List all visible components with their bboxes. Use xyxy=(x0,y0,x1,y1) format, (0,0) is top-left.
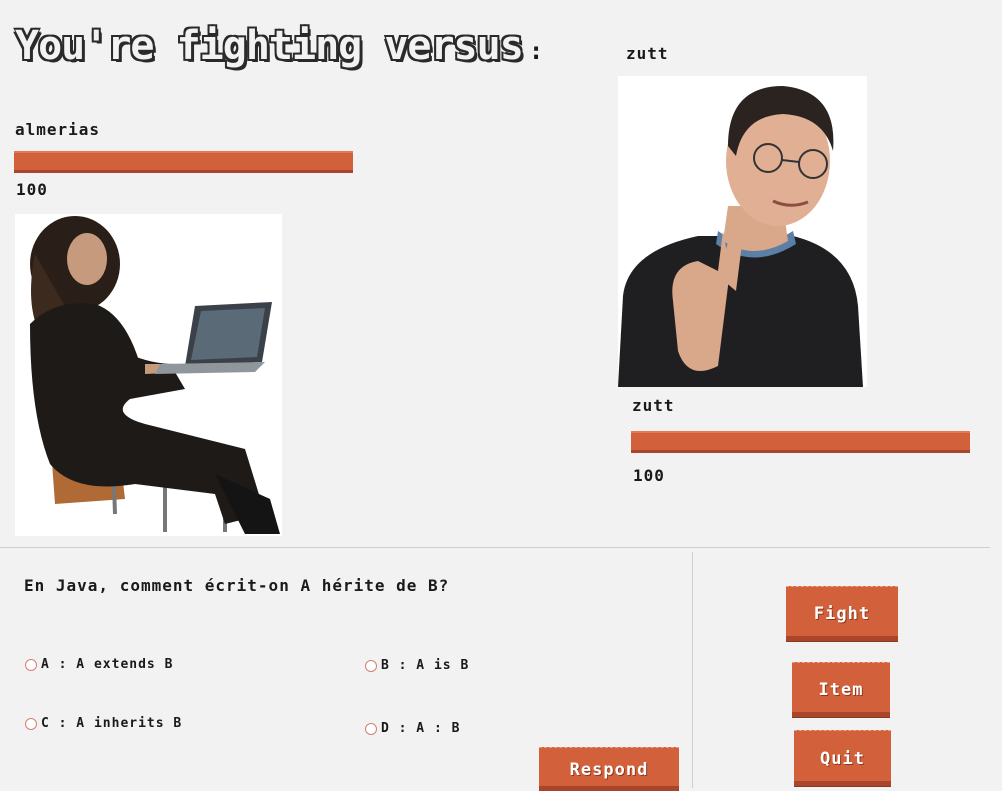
section-divider xyxy=(0,547,990,548)
opponent-name-header: zutt xyxy=(626,44,669,63)
title-colon: : xyxy=(528,37,543,65)
opponent-hp-bar xyxy=(631,431,970,453)
answer-c-radio[interactable] xyxy=(25,717,37,730)
answer-c-label: C : A inherits B xyxy=(41,716,183,731)
answer-a-label: A : A extends B xyxy=(41,657,174,672)
opponent-name: zutt xyxy=(632,396,675,415)
opponent-photo-image xyxy=(618,86,863,387)
page-title: You're fighting versus: xyxy=(15,22,543,75)
quiz-question: En Java, comment écrit-on A hérite de B? xyxy=(24,576,450,595)
answer-b-radio[interactable] xyxy=(365,659,377,672)
answer-option-b[interactable]: B : A is B xyxy=(365,658,469,673)
respond-button[interactable]: Respond xyxy=(539,747,679,791)
answer-d-radio[interactable] xyxy=(365,722,377,735)
fight-button[interactable]: Fight xyxy=(786,586,898,641)
answer-b-label: B : A is B xyxy=(381,658,470,673)
answer-d-label: D : A : B xyxy=(381,721,461,736)
opponent-hp-value: 100 xyxy=(633,466,665,485)
panel-divider xyxy=(692,552,693,788)
player-hp-value: 100 xyxy=(16,180,48,199)
player-hp-fill xyxy=(14,151,353,173)
quit-button[interactable]: Quit xyxy=(794,730,891,786)
answer-option-a[interactable]: A : A extends B xyxy=(25,657,173,672)
page-title-text: You're fighting versus xyxy=(15,23,524,69)
player-avatar xyxy=(15,214,282,536)
answer-option-c[interactable]: C : A inherits B xyxy=(25,716,182,731)
player-name: almerias xyxy=(15,120,101,139)
player-silhouette-image xyxy=(30,216,280,534)
opponent-hp-fill xyxy=(631,431,970,453)
answer-a-radio[interactable] xyxy=(25,658,37,671)
opponent-avatar xyxy=(618,76,867,387)
answer-option-d[interactable]: D : A : B xyxy=(365,721,460,736)
player-hp-bar xyxy=(14,151,353,173)
item-button[interactable]: Item xyxy=(792,662,890,717)
